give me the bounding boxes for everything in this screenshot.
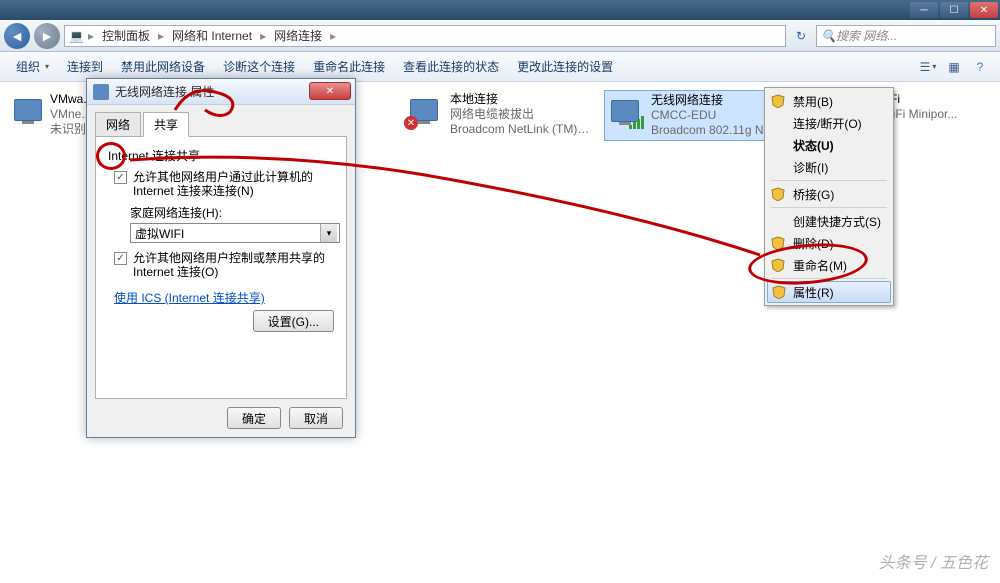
connection-item[interactable]: VMwa... VMne... 未识别... [12, 90, 72, 139]
connection-item[interactable]: ✕ 本地连接 网络电缆被拔出 Broadcom NetLink (TM) Fas… [404, 90, 592, 139]
minimize-button[interactable]: ─ [910, 2, 938, 18]
computer-icon: 💻 [69, 29, 84, 43]
dialog-close-button[interactable]: ✕ [309, 82, 351, 100]
connection-name: 本地连接 [450, 92, 590, 107]
ctx-disable[interactable]: 禁用(B) [767, 90, 891, 112]
watermark: 头条号 / 五色花 [879, 549, 988, 573]
window-titlebar: ─ ☐ ✕ [0, 0, 1000, 20]
help-icon[interactable]: ? [968, 55, 992, 79]
ctx-rename[interactable]: 重命名(M) [767, 254, 891, 276]
tab-sharing[interactable]: 共享 [143, 112, 189, 137]
forward-button[interactable]: ► [34, 23, 60, 49]
maximize-button[interactable]: ☐ [940, 2, 968, 18]
settings-button[interactable]: 设置(G)... [253, 310, 334, 332]
shield-icon [771, 187, 785, 201]
toolbar-status[interactable]: 查看此连接的状态 [395, 54, 507, 79]
preview-icon[interactable]: ▦ [942, 55, 966, 79]
ctx-bridge[interactable]: 桥接(G) [767, 183, 891, 205]
breadcrumb-separator: ▸ [158, 29, 164, 43]
properties-dialog: 无线网络连接 属性 ✕ 网络 共享 Internet 连接共享 ✓ 允许其他网络… [86, 78, 356, 438]
toolbar-rename[interactable]: 重命名此连接 [305, 54, 393, 79]
cancel-button[interactable]: 取消 [289, 407, 343, 429]
connection-desc: Broadcom NetLink (TM) Fast E... [450, 122, 590, 137]
back-button[interactable]: ◄ [4, 23, 30, 49]
ok-button[interactable]: 确定 [227, 407, 281, 429]
toolbar-change[interactable]: 更改此连接的设置 [509, 54, 621, 79]
shield-icon [772, 285, 786, 299]
network-icon [607, 93, 643, 129]
ctx-status[interactable]: 状态(U) [767, 134, 891, 156]
ctx-delete[interactable]: 删除(D) [767, 232, 891, 254]
window-close-button[interactable]: ✕ [970, 2, 998, 18]
view-icon[interactable]: ☰ [916, 55, 940, 79]
toolbar-organize[interactable]: 组织 [8, 54, 57, 79]
address-bar[interactable]: 💻 ▸ 控制面板 ▸ 网络和 Internet ▸ 网络连接 ▸ [64, 25, 786, 47]
menu-separator [771, 180, 887, 181]
disconnected-icon: ✕ [404, 116, 418, 130]
search-input[interactable]: 🔍 搜索 网络... [816, 25, 996, 47]
shield-icon [771, 236, 785, 250]
breadcrumb-separator: ▸ [260, 29, 266, 43]
network-icon [14, 92, 42, 128]
breadcrumb-separator: ▸ [330, 29, 336, 43]
search-placeholder: 搜索 网络... [836, 27, 897, 44]
toolbar-disable[interactable]: 禁用此网络设备 [113, 54, 213, 79]
sharing-panel: Internet 连接共享 ✓ 允许其他网络用户通过此计算机的 Internet… [95, 136, 347, 399]
shield-icon [771, 94, 785, 108]
allow-control-checkbox[interactable]: ✓ [114, 252, 127, 265]
allow-sharing-checkbox[interactable]: ✓ [114, 171, 127, 184]
toolbar-connect[interactable]: 连接到 [59, 54, 111, 79]
network-icon: ✕ [406, 92, 442, 128]
search-icon: 🔍 [821, 29, 836, 43]
menu-separator [771, 278, 887, 279]
home-network-combo[interactable]: 虚拟WIFI [130, 223, 340, 243]
ctx-connect[interactable]: 连接/断开(O) [767, 112, 891, 134]
ctx-shortcut[interactable]: 创建快捷方式(S) [767, 210, 891, 232]
toolbar-diagnose[interactable]: 诊断这个连接 [215, 54, 303, 79]
refresh-icon[interactable]: ↻ [790, 25, 812, 47]
ctx-diagnose[interactable]: 诊断(I) [767, 156, 891, 178]
breadcrumb-separator: ▸ [88, 29, 94, 43]
shield-icon [771, 258, 785, 272]
breadcrumb-item[interactable]: 网络和 Internet [168, 27, 256, 44]
tab-network[interactable]: 网络 [95, 112, 141, 137]
breadcrumb-item[interactable]: 控制面板 [98, 27, 154, 44]
allow-control-label: 允许其他网络用户控制或禁用共享的 Internet 连接(O) [133, 251, 334, 279]
menu-separator [771, 207, 887, 208]
navigation-bar: ◄ ► 💻 ▸ 控制面板 ▸ 网络和 Internet ▸ 网络连接 ▸ ↻ 🔍… [0, 20, 1000, 52]
home-network-label: 家庭网络连接(H): [130, 204, 334, 221]
ics-link[interactable]: 使用 ICS (Internet 连接共享) [114, 289, 265, 306]
context-menu: 禁用(B) 连接/断开(O) 状态(U) 诊断(I) 桥接(G) 创建快捷方式(… [764, 87, 894, 306]
ctx-properties[interactable]: 属性(R) [767, 281, 891, 303]
dialog-tabs: 网络 共享 [95, 111, 347, 137]
breadcrumb-item[interactable]: 网络连接 [270, 27, 326, 44]
dialog-icon [93, 84, 109, 100]
allow-sharing-label: 允许其他网络用户通过此计算机的 Internet 连接来连接(N) [133, 170, 334, 198]
connection-status: 网络电缆被拔出 [450, 107, 590, 122]
signal-icon [629, 115, 645, 129]
dialog-titlebar: 无线网络连接 属性 ✕ [87, 79, 355, 105]
group-title: Internet 连接共享 [108, 147, 334, 164]
